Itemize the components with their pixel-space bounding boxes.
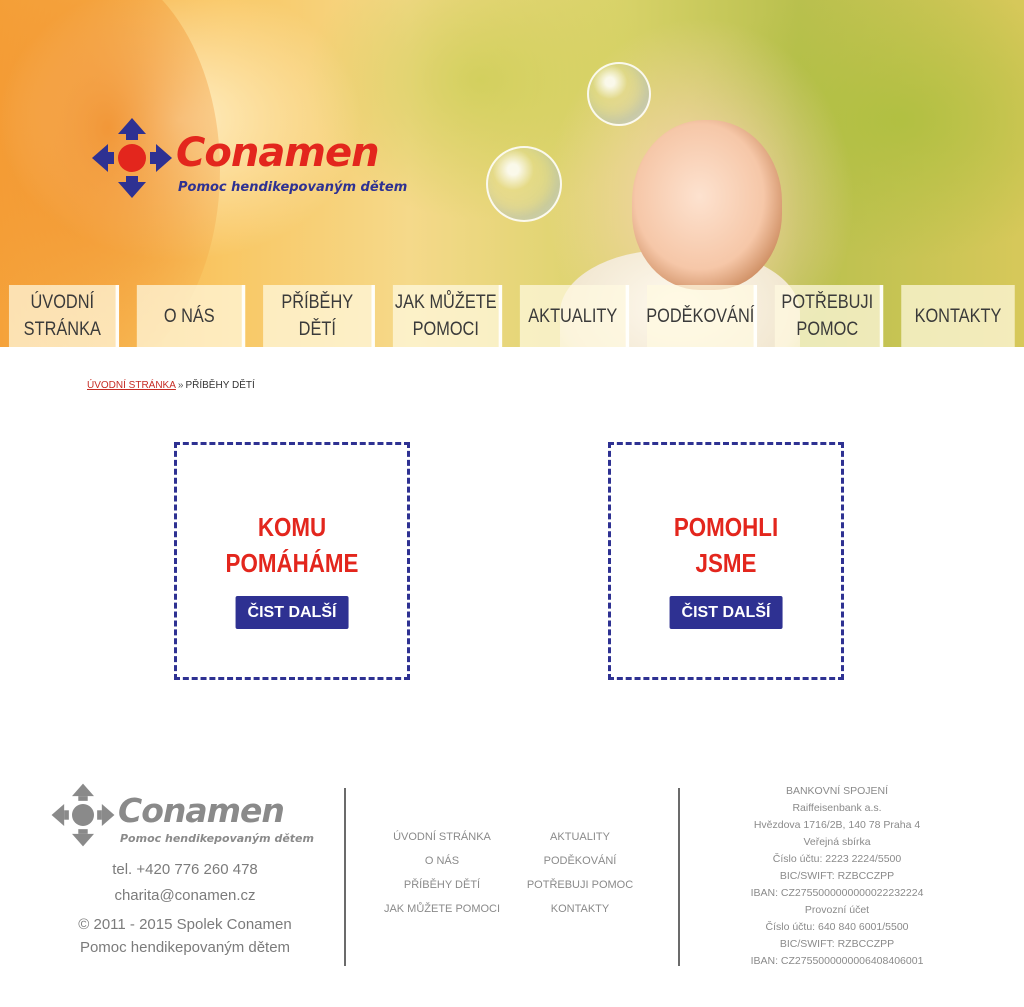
nav-label-line: DĚTÍ <box>298 319 336 340</box>
logo-arrows-icon <box>92 118 172 198</box>
bubble-medium <box>486 146 562 222</box>
footer-logo-arrows-icon <box>51 783 115 847</box>
card-komu-pomahame: KOMU POMÁHÁME ČIST DALŠÍ <box>174 442 410 680</box>
footer-divider <box>344 788 346 966</box>
footer-link-aktuality[interactable]: AKTUALITY <box>520 828 640 852</box>
footer-link-pribehy-deti[interactable]: PŘÍBĚHY DĚTÍ <box>382 876 502 900</box>
nav-label-line: ÚVODNÍ <box>30 292 95 313</box>
breadcrumb-home-link[interactable]: ÚVODNÍ STRÁNKA <box>87 380 176 391</box>
bank-line: Raiffeisenbank a.s. <box>792 802 882 814</box>
footer-link-kontakty[interactable]: KONTAKTY <box>520 900 640 924</box>
nav-label-line: POTŘEBUJI <box>781 292 874 313</box>
nav-item-aktuality[interactable]: AKTUALITY <box>519 285 630 347</box>
footer-subtitle: Pomoc hendikepovaným dětem <box>79 939 291 956</box>
card-title-line: POMOHLI <box>673 512 779 542</box>
nav-item-uvodni-stranka[interactable]: ÚVODNÍ STRÁNKA <box>8 285 120 347</box>
bank-line: Číslo účtu: 640 840 6001/5500 <box>765 921 909 933</box>
main-nav: ÚVODNÍ STRÁNKA O NÁS PŘÍBĚHY DĚTÍ JAK MŮŽE… <box>0 285 1024 347</box>
bank-line: Hvězdova 1716/2B, 140 78 Praha 4 <box>753 819 921 831</box>
nav-label-line: KONTAKTY <box>914 305 1002 327</box>
footer-link-podekovani[interactable]: PODĚKOVÁNÍ <box>520 852 640 876</box>
nav-label-line: PODĚKOVÁNÍ <box>646 305 755 327</box>
card-title-line: KOMU <box>257 512 327 542</box>
card-title: KOMU POMÁHÁME <box>193 509 391 581</box>
nav-item-jak-muzete-pomoci[interactable]: JAK MŮŽETE POMOCI <box>392 285 503 347</box>
card-pomohli-jsme: POMOHLI JSME ČIST DALŠÍ <box>608 442 844 680</box>
site-logo[interactable]: Conamen Pomoc hendikepovaným dětem <box>90 116 420 206</box>
nav-item-kontakty[interactable]: KONTAKTY <box>901 285 1015 347</box>
footer-link-o-nas[interactable]: O NÁS <box>382 852 502 876</box>
read-more-button[interactable]: ČIST DALŠÍ <box>235 596 349 629</box>
card-title-line: POMÁHÁME <box>225 548 359 578</box>
footer-nav-col2: AKTUALITY PODĚKOVÁNÍ POTŘEBUJI POMOC KON… <box>520 828 640 924</box>
nav-item-o-nas[interactable]: O NÁS <box>136 285 246 347</box>
bank-line: Veřejná sbírka <box>803 836 871 848</box>
hero-photo-child-head <box>632 120 782 290</box>
bank-line: IBAN: CZ2755000000006408406001 <box>750 955 924 967</box>
breadcrumb: ÚVODNÍ STRÁNKA» PŘÍBĚHY DĚTÍ <box>87 380 255 391</box>
hero-banner: Conamen Pomoc hendikepovaným dětem ÚVODN… <box>0 0 1024 347</box>
nav-label-line: O NÁS <box>163 305 215 327</box>
footer-logo-tagline: Pomoc hendikepovaným dětem <box>120 832 314 845</box>
bank-info: BANKOVNÍ SPOJENÍ Raiffeisenbank a.s. Hvě… <box>740 783 934 970</box>
nav-item-potrebuji-pomoc[interactable]: POTŘEBUJI POMOC <box>774 285 884 347</box>
bank-line: IBAN: CZ2755000000000022232224 <box>750 887 924 899</box>
footer-nav-col1: ÚVODNÍ STRÁNKA O NÁS PŘÍBĚHY DĚTÍ JAK MŮ… <box>382 828 502 924</box>
footer-divider <box>678 788 680 966</box>
bubble-large <box>587 62 651 126</box>
nav-label-line: POMOC <box>796 319 859 340</box>
logo-tagline: Pomoc hendikepovaným dětem <box>178 180 408 195</box>
footer-email[interactable]: charita@conamen.cz <box>60 887 310 904</box>
footer-phone[interactable]: tel. +420 776 260 478 <box>60 861 310 878</box>
read-more-button[interactable]: ČIST DALŠÍ <box>669 596 783 629</box>
breadcrumb-current: PŘÍBĚHY DĚTÍ <box>185 380 255 391</box>
bank-line: BIC/SWIFT: RZBCCZPP <box>779 938 895 950</box>
footer-copyright: © 2011 - 2015 Spolek Conamen <box>78 916 292 933</box>
card-title-line: JSME <box>695 548 757 578</box>
nav-label-line: PŘÍBĚHY <box>281 292 354 313</box>
card-title: POMOHLI JSME <box>627 509 825 581</box>
bank-line: Provozní účet <box>804 904 870 916</box>
footer-link-uvodni-stranka[interactable]: ÚVODNÍ STRÁNKA <box>382 828 502 852</box>
bank-heading: BANKOVNÍ SPOJENÍ <box>785 785 889 797</box>
nav-label-line: JAK MŮŽETE <box>394 292 497 313</box>
nav-label-line: AKTUALITY <box>528 305 618 327</box>
footer-link-potrebuji-pomoc[interactable]: POTŘEBUJI POMOC <box>520 876 640 900</box>
nav-item-pribehy-deti[interactable]: PŘÍBĚHY DĚTÍ <box>263 285 375 347</box>
footer-logo[interactable]: Conamen Pomoc hendikepovaným dětem <box>50 782 314 852</box>
nav-label-line: STRÁNKA <box>23 319 101 340</box>
bank-line: Číslo účtu: 2223 2224/5500 <box>772 853 902 865</box>
nav-label-line: POMOCI <box>412 319 479 340</box>
breadcrumb-separator: » <box>177 380 184 391</box>
footer-link-jak-muzete-pomoci[interactable]: JAK MŮŽETE POMOCI <box>382 900 502 924</box>
bank-line: BIC/SWIFT: RZBCCZPP <box>779 870 895 882</box>
footer-logo-brand: Conamen <box>118 791 285 830</box>
nav-item-podekovani[interactable]: PODĚKOVÁNÍ <box>646 285 758 347</box>
logo-brand: Conamen <box>176 130 380 176</box>
